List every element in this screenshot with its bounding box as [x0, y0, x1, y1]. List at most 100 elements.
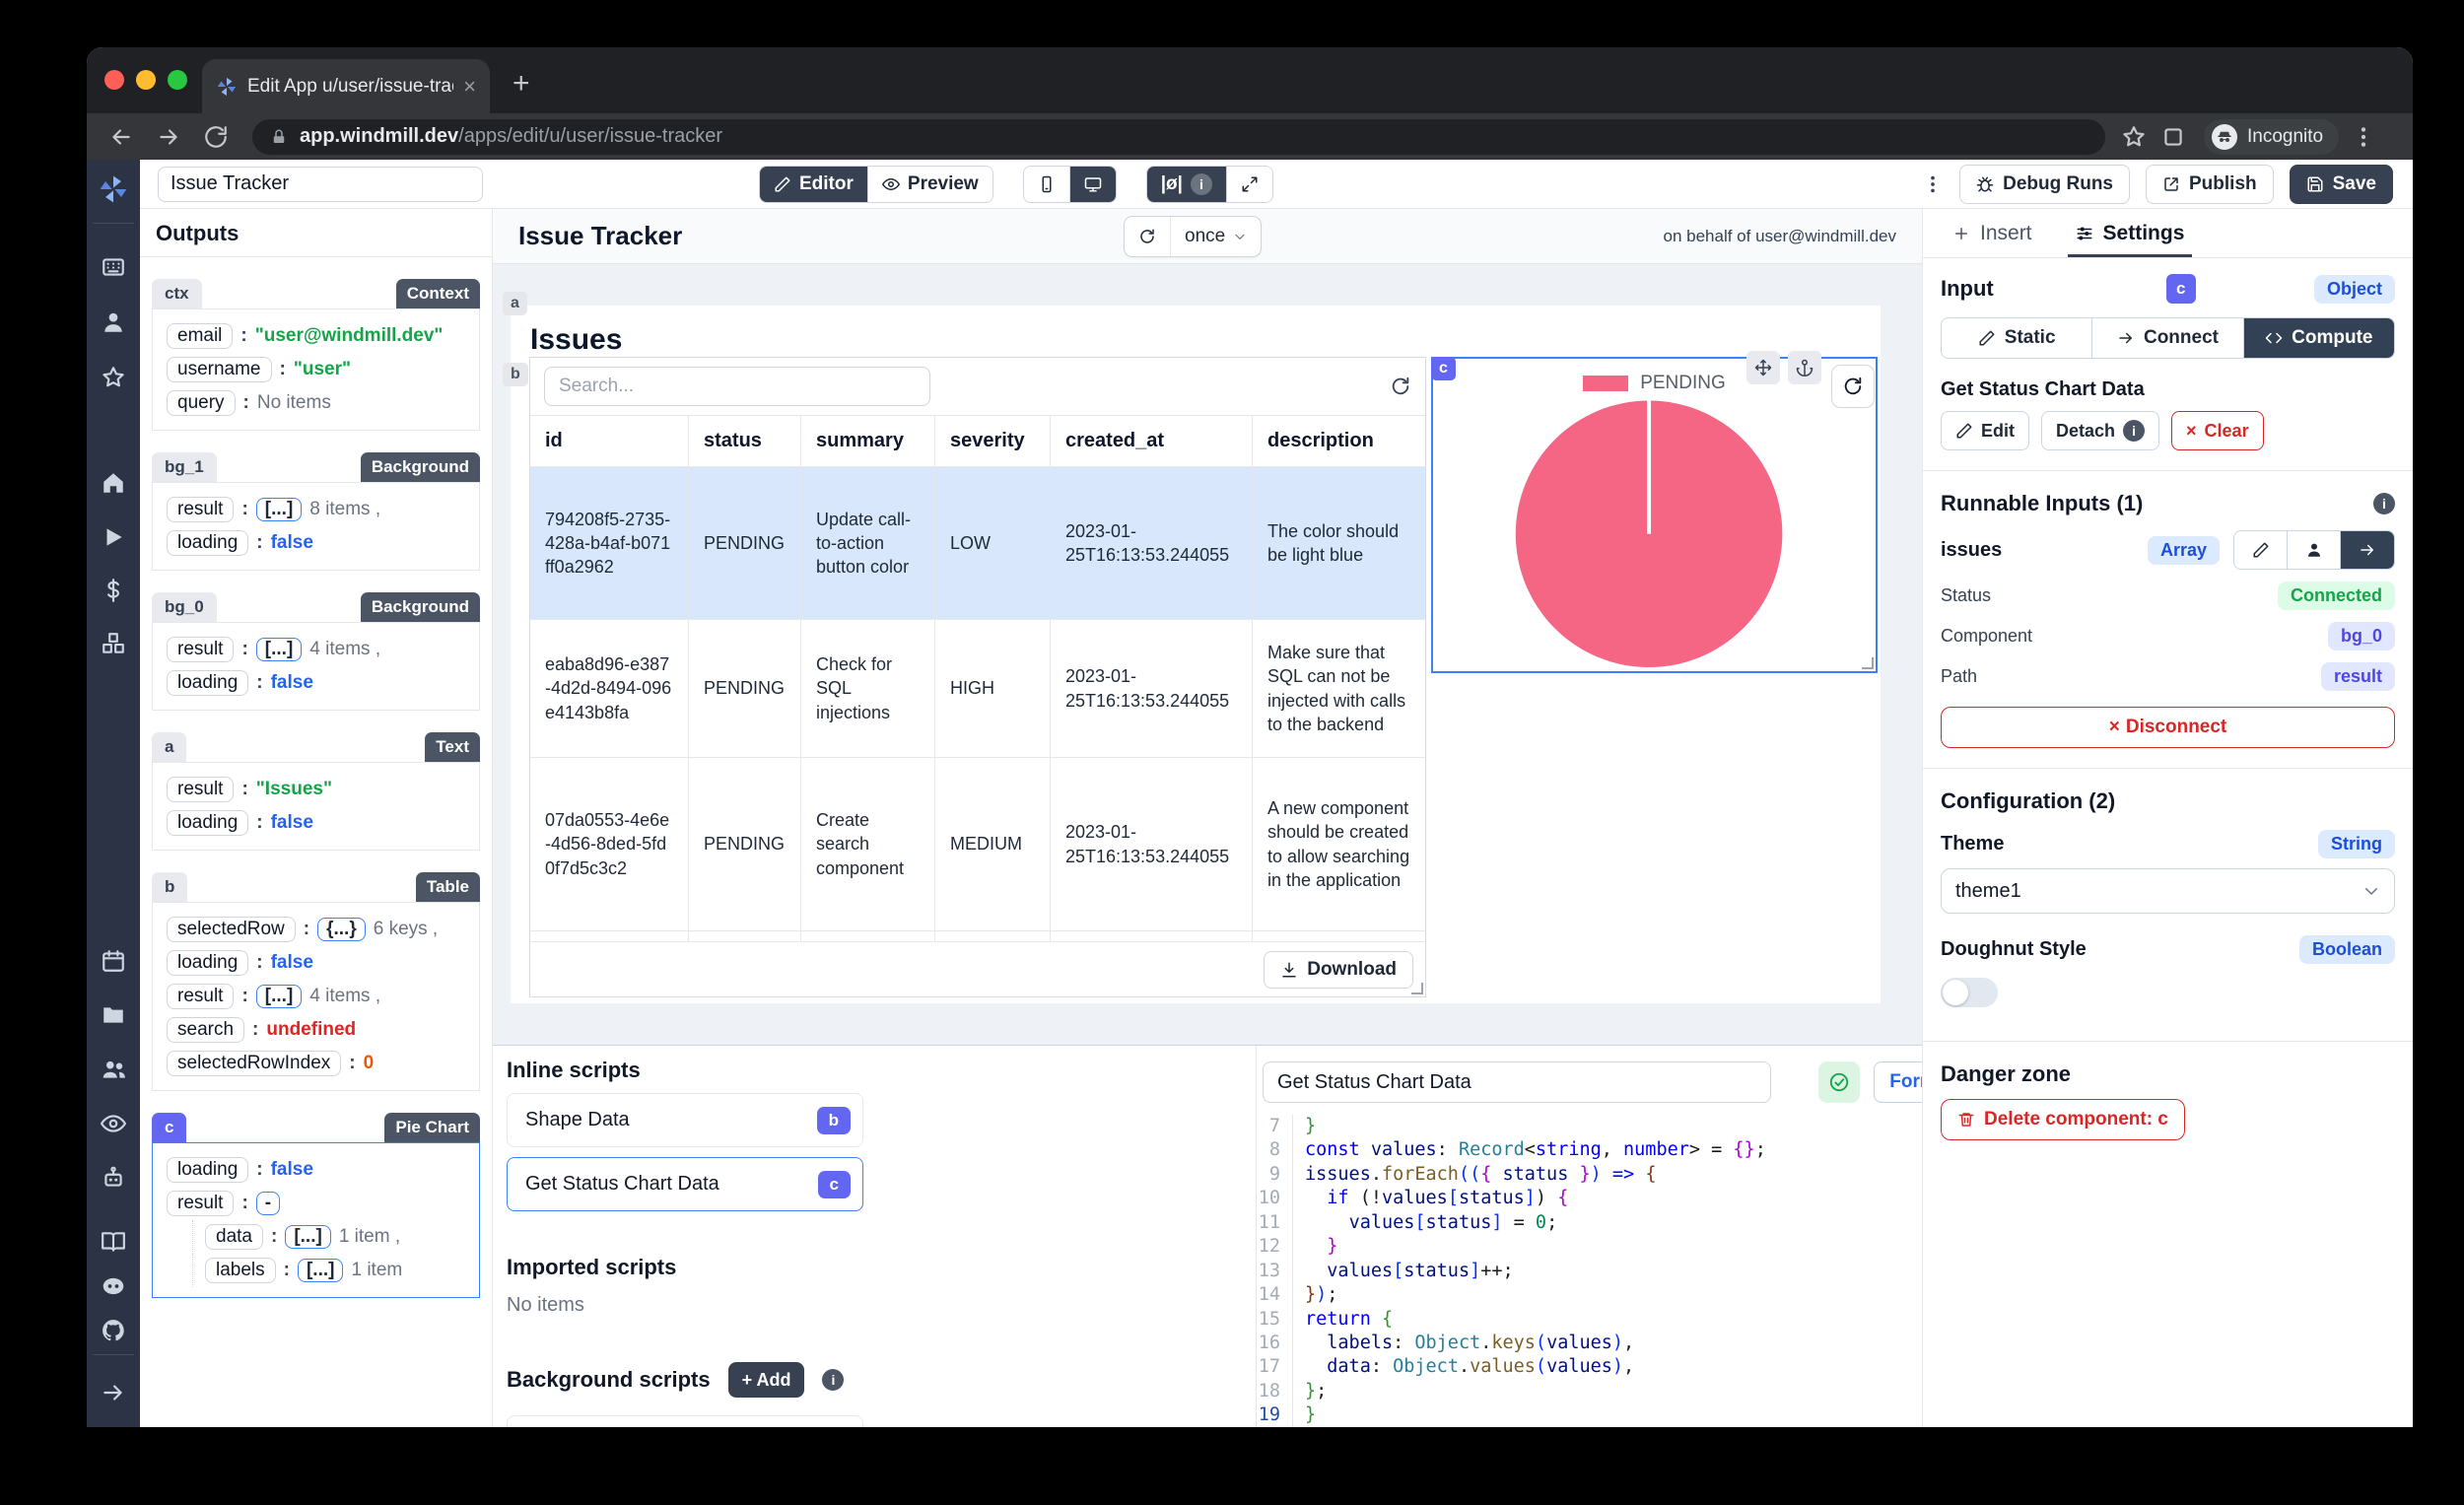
rail-dollar-button[interactable] — [101, 578, 126, 603]
column-header[interactable]: created_at — [1051, 416, 1253, 466]
new-tab-button[interactable]: + — [513, 69, 530, 99]
pie-resize-handle[interactable] — [1862, 657, 1874, 669]
expand-pill[interactable]: [...] — [256, 638, 303, 661]
table-resize-handle[interactable] — [1411, 983, 1423, 994]
rail-robot-button[interactable] — [101, 1165, 126, 1191]
output-key[interactable]: labels — [205, 1258, 276, 1283]
static-mode-button[interactable]: Static — [1942, 318, 2092, 358]
detach-button[interactable]: Detach i — [2041, 411, 2159, 450]
field-static-button[interactable] — [2234, 531, 2288, 569]
table-row[interactable]: A Cross Origin — [530, 930, 1425, 941]
rail-cubes-button[interactable] — [101, 631, 126, 656]
output-id-chip[interactable]: ctx — [152, 279, 202, 308]
rail-folder-button[interactable] — [101, 1002, 126, 1028]
component-badge-b[interactable]: b — [503, 363, 528, 386]
output-key[interactable]: result — [167, 1191, 234, 1216]
desktop-view-button[interactable] — [1070, 167, 1116, 202]
expand-pill[interactable]: [...] — [285, 1225, 331, 1249]
browser-menu-icon[interactable] — [2351, 124, 2376, 150]
disconnect-button[interactable]: ×Disconnect — [1941, 707, 2395, 748]
ruler-button[interactable]: |ø| i — [1147, 167, 1227, 202]
preview-tab[interactable]: Preview — [868, 167, 992, 202]
inline-script-item[interactable]: Shape Datab — [507, 1093, 863, 1147]
traffic-close-button[interactable] — [104, 70, 124, 90]
expand-pill[interactable]: [...] — [256, 498, 303, 521]
expand-pill[interactable]: [...] — [298, 1259, 344, 1282]
traffic-minimize-button[interactable] — [136, 70, 156, 90]
output-key[interactable]: loading — [167, 810, 248, 836]
output-key[interactable]: loading — [167, 950, 248, 976]
field-user-button[interactable] — [2288, 531, 2341, 569]
table-row[interactable]: 07da0553-4e6e-4d56-8ded-5fd0f7d5c3c2PEND… — [530, 757, 1425, 930]
rail-github-button[interactable] — [101, 1318, 126, 1343]
rail-play-button[interactable] — [101, 524, 126, 550]
address-bar[interactable]: app.windmill.dev/apps/edit/u/user/issue-… — [252, 119, 2105, 155]
output-id-chip[interactable]: bg_1 — [152, 452, 217, 482]
path-value-badge[interactable]: result — [2321, 662, 2395, 691]
back-icon[interactable] — [108, 124, 134, 150]
mobile-view-button[interactable] — [1024, 167, 1070, 202]
rail-star-button[interactable] — [101, 365, 126, 390]
output-key[interactable]: result — [167, 637, 234, 662]
rail-calendar-button[interactable] — [101, 948, 126, 974]
column-header[interactable]: status — [689, 416, 801, 466]
column-header[interactable]: summary — [801, 416, 935, 466]
debug-runs-button[interactable]: Debug Runs — [1959, 165, 2130, 204]
table-row[interactable]: 794208f5-2735-428a-b4af-b071ff0a2962PEND… — [530, 466, 1425, 619]
connect-mode-button[interactable]: Connect — [2092, 318, 2243, 358]
output-id-chip[interactable]: bg_0 — [152, 592, 217, 622]
reload-icon[interactable] — [203, 124, 229, 150]
app-name-input[interactable] — [158, 167, 483, 202]
tab-insert[interactable]: Insert — [1952, 209, 2032, 257]
editor-tab[interactable]: Editor — [760, 167, 868, 202]
bookmark-star-icon[interactable] — [2121, 124, 2147, 150]
theme-select[interactable]: theme1 — [1941, 868, 2395, 914]
component-value-badge[interactable]: bg_0 — [2328, 622, 2395, 650]
output-key[interactable]: data — [205, 1224, 263, 1250]
table-refresh-icon[interactable] — [1390, 376, 1411, 397]
delete-component-button[interactable]: Delete component: c — [1941, 1099, 2185, 1140]
rail-grid-button[interactable] — [101, 254, 126, 280]
expand-pill[interactable]: - — [256, 1192, 280, 1215]
compute-mode-button[interactable]: Compute — [2244, 318, 2394, 358]
output-key[interactable]: loading — [167, 530, 248, 556]
pie-refresh-button[interactable] — [1831, 365, 1875, 408]
fullscreen-button[interactable] — [1227, 167, 1272, 202]
expand-pill[interactable]: {...} — [317, 918, 366, 941]
output-id-chip[interactable]: c — [152, 1113, 186, 1142]
move-component-button[interactable] — [1746, 351, 1780, 384]
column-header[interactable]: description — [1253, 416, 1425, 466]
rail-arrow-right-button[interactable] — [101, 1380, 126, 1405]
save-button[interactable]: Save — [2290, 165, 2393, 204]
refresh-mode-dropdown[interactable]: once — [1171, 217, 1261, 256]
output-key[interactable]: email — [167, 323, 233, 349]
canvas-refresh-button[interactable] — [1125, 217, 1171, 256]
output-key[interactable]: loading — [167, 670, 248, 696]
download-button[interactable]: Download — [1264, 951, 1413, 989]
rail-home-button[interactable] — [101, 470, 126, 496]
output-key[interactable]: selectedRowIndex — [167, 1051, 341, 1076]
forward-icon[interactable] — [156, 124, 181, 150]
tab-close-icon[interactable]: × — [463, 74, 476, 100]
field-connect-button[interactable] — [2341, 531, 2394, 569]
tab-settings[interactable]: Settings — [2076, 209, 2185, 257]
anchor-component-button[interactable] — [1788, 351, 1821, 384]
output-key[interactable]: selectedRow — [167, 917, 296, 942]
output-id-chip[interactable]: a — [152, 732, 186, 762]
table-row[interactable]: eaba8d96-e387-4d2d-8494-096e4143b8faPEND… — [530, 619, 1425, 757]
output-key[interactable]: query — [167, 390, 236, 416]
rail-person-button[interactable] — [101, 309, 126, 335]
column-header[interactable]: severity — [935, 416, 1051, 466]
output-key[interactable]: result — [167, 497, 234, 522]
rail-discord-button[interactable] — [101, 1273, 126, 1299]
publish-button[interactable]: Publish — [2146, 165, 2274, 204]
inline-script-item[interactable]: Get Status Chart Datac — [507, 1157, 863, 1211]
output-id-chip[interactable]: b — [152, 872, 187, 902]
output-key[interactable]: loading — [167, 1157, 248, 1183]
rail-users-button[interactable] — [101, 1057, 126, 1082]
doughnut-toggle[interactable] — [1941, 978, 1998, 1007]
windmill-logo[interactable] — [98, 173, 129, 205]
traffic-maximize-button[interactable] — [168, 70, 187, 90]
output-key[interactable]: search — [167, 1017, 244, 1043]
component-badge-a[interactable]: a — [503, 292, 527, 315]
